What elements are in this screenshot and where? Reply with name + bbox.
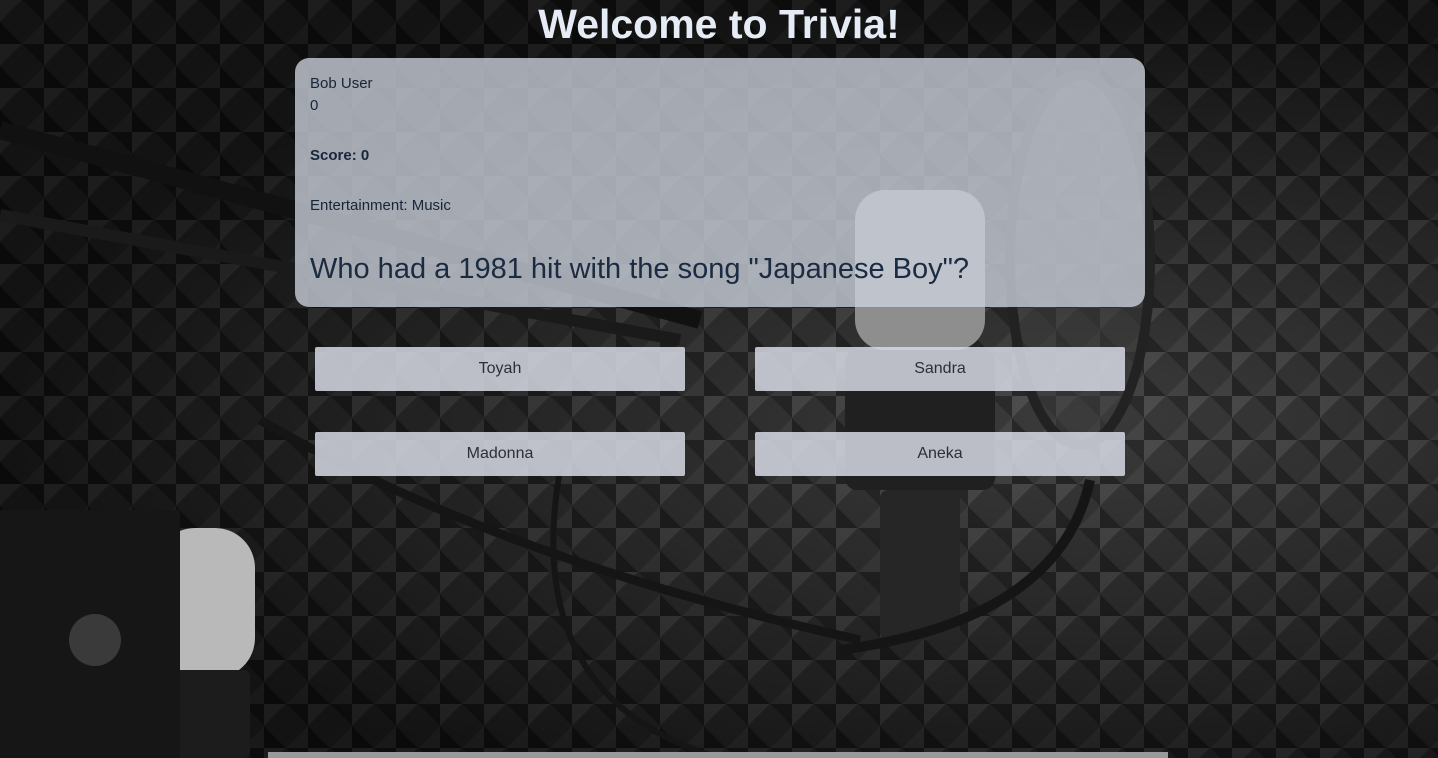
question-category: Entertainment: Music xyxy=(310,197,451,214)
answer-button-1[interactable]: Toyah xyxy=(315,347,685,391)
score: Score: 0 xyxy=(310,147,369,164)
score-value: 0 xyxy=(360,147,370,164)
bottom-scrollbar[interactable] xyxy=(268,752,1168,758)
page-title: Welcome to Trivia! xyxy=(538,1,900,47)
question-card: Bob User 0 Score: 0 Entertainment: Music… xyxy=(295,58,1145,307)
answer-button-4[interactable]: Aneka xyxy=(755,432,1125,476)
player-name: Bob User xyxy=(310,75,373,92)
question-text: Who had a 1981 hit with the song "Japane… xyxy=(310,253,970,285)
answer-button-3[interactable]: Madonna xyxy=(315,432,685,476)
answer-button-2[interactable]: Sandra xyxy=(755,347,1125,391)
player-id: 0 xyxy=(310,97,319,114)
score-label: Score: xyxy=(310,147,361,164)
